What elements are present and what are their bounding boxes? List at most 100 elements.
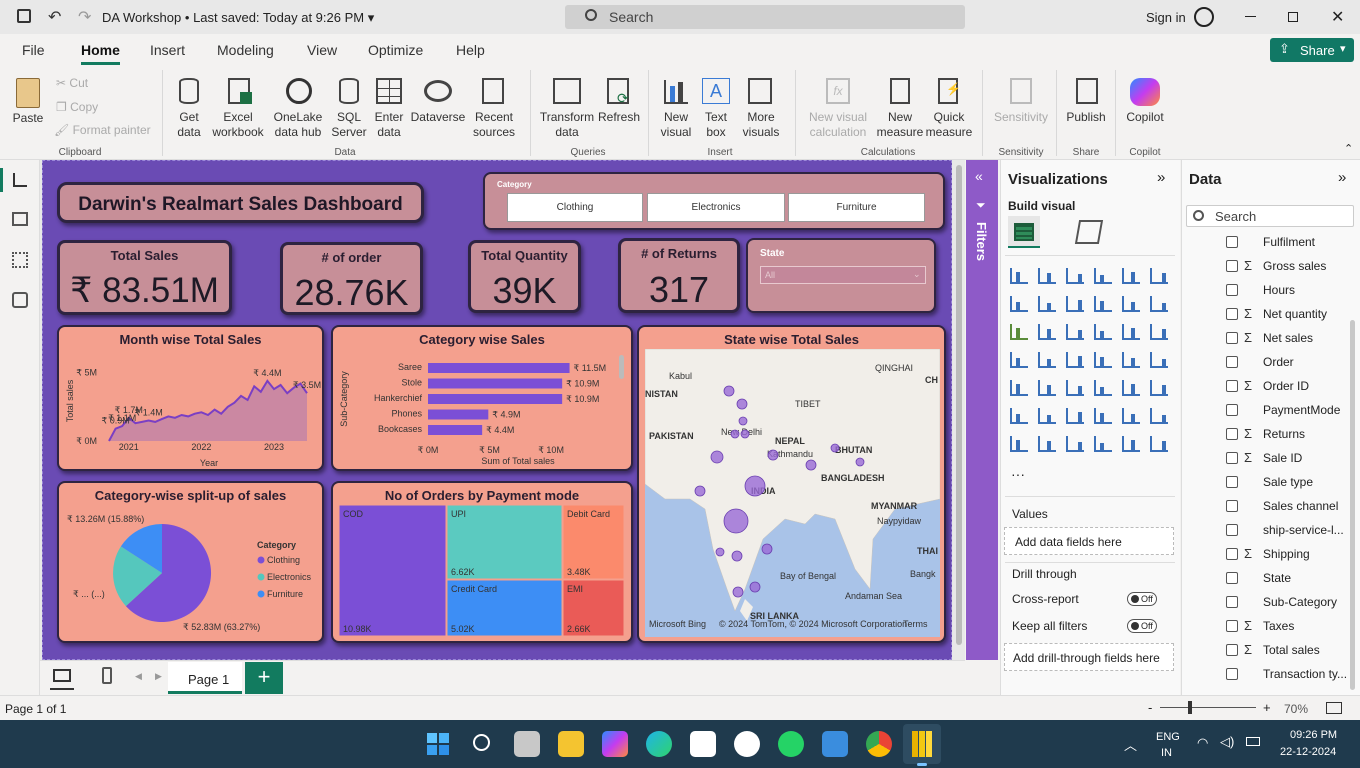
visual-type-icon[interactable] <box>1122 296 1140 312</box>
slicer-option-electronics[interactable]: Electronics <box>647 193 785 222</box>
next-page-icon[interactable]: ▶ <box>155 671 162 682</box>
field-item[interactable]: Order <box>1182 350 1350 374</box>
canvas-scrollbar[interactable] <box>956 165 962 645</box>
field-item[interactable]: Σ Total sales <box>1182 638 1350 662</box>
battery-icon[interactable] <box>1246 737 1260 746</box>
wifi-icon[interactable]: ◠ <box>1197 735 1208 751</box>
paste-button[interactable]: Paste <box>10 74 46 136</box>
table-view-icon[interactable] <box>12 212 28 226</box>
mobile-layout-icon[interactable] <box>102 667 112 684</box>
app-icon-chart[interactable] <box>822 731 848 757</box>
fit-to-page-icon[interactable] <box>1326 702 1342 714</box>
state-slicer[interactable]: State All ⌄ <box>746 238 936 313</box>
month-wise-sales-visual[interactable]: Month wise Total Sales ₹ 0M ₹ 5M 2021 2022 2… <box>57 325 324 471</box>
zoom-slider-thumb[interactable] <box>1188 701 1192 714</box>
redo-icon[interactable]: ↷ <box>78 7 91 27</box>
visual-type-icon[interactable] <box>1150 408 1168 424</box>
clock-date[interactable]: 22-12-2024 <box>1280 746 1336 758</box>
data-pane-scrollbar[interactable] <box>1350 320 1355 690</box>
field-checkbox[interactable] <box>1226 380 1238 392</box>
field-item[interactable]: Σ Shipping <box>1182 542 1350 566</box>
field-item[interactable]: PaymentMode <box>1182 398 1350 422</box>
visual-type-icon[interactable] <box>1066 268 1084 284</box>
menu-help[interactable]: Help <box>456 42 485 58</box>
visual-type-icon[interactable] <box>1066 436 1084 452</box>
visual-scrollbar[interactable] <box>619 355 624 379</box>
menu-home[interactable]: Home <box>81 42 120 58</box>
field-checkbox[interactable] <box>1226 404 1238 416</box>
visual-type-icon[interactable] <box>1094 296 1112 312</box>
field-item[interactable]: ship-service-l... <box>1182 518 1350 542</box>
chrome-icon[interactable] <box>866 731 892 757</box>
visual-type-icon[interactable] <box>1038 268 1056 284</box>
field-checkbox[interactable] <box>1226 572 1238 584</box>
visual-type-icon[interactable] <box>1122 268 1140 284</box>
menu-insert[interactable]: Insert <box>150 42 185 58</box>
visual-type-icon[interactable] <box>1038 324 1056 340</box>
visual-type-icon[interactable] <box>1066 352 1084 368</box>
visual-type-icon[interactable] <box>1038 380 1056 396</box>
field-checkbox[interactable] <box>1226 332 1238 344</box>
category-pie-visual[interactable]: Category-wise split-up of sales ₹ 52.83M… <box>57 481 324 643</box>
visual-type-icon[interactable] <box>1150 352 1168 368</box>
field-item[interactable]: Σ Taxes <box>1182 614 1350 638</box>
field-item[interactable]: Σ Net quantity <box>1182 302 1350 326</box>
search-box[interactable]: Search <box>565 5 965 29</box>
visual-type-icon[interactable] <box>1038 436 1056 452</box>
field-checkbox[interactable] <box>1226 500 1238 512</box>
visual-type-icon[interactable] <box>1010 380 1028 396</box>
expand-filters-icon[interactable]: « <box>975 168 983 184</box>
build-visual-tab[interactable] <box>1008 216 1040 248</box>
visual-type-icon[interactable] <box>1122 408 1140 424</box>
format-visual-tab[interactable] <box>1074 220 1104 244</box>
taskbar-search-icon[interactable] <box>473 734 490 751</box>
field-checkbox[interactable] <box>1226 620 1238 632</box>
visual-type-icon[interactable] <box>1150 436 1168 452</box>
visual-type-icon[interactable] <box>1066 408 1084 424</box>
field-checkbox[interactable] <box>1226 524 1238 536</box>
menu-optimize[interactable]: Optimize <box>368 42 423 58</box>
menu-view[interactable]: View <box>307 42 337 58</box>
format-painter-button[interactable]: 🖌 Format painter <box>54 123 151 138</box>
language-indicator[interactable]: ENG <box>1156 731 1180 743</box>
visual-type-icon[interactable] <box>1038 352 1056 368</box>
map-canvas[interactable]: KabulNISTANPAKISTAN New DelhiNEPALKathman… <box>645 349 940 637</box>
visual-type-icon[interactable] <box>1066 324 1084 340</box>
field-checkbox[interactable] <box>1226 356 1238 368</box>
volume-icon[interactable]: ◁) <box>1220 734 1234 750</box>
field-item[interactable]: Sub-Category <box>1182 590 1350 614</box>
field-item[interactable]: Hours <box>1182 278 1350 302</box>
visual-type-icon[interactable] <box>1010 268 1028 284</box>
zoom-slider[interactable] <box>1160 701 1256 714</box>
filters-pane-collapsed[interactable]: « ⏷ Filters <box>966 160 998 660</box>
add-drill-through-well[interactable]: Add drill-through fields here <box>1004 643 1174 671</box>
visual-type-icon[interactable] <box>1150 380 1168 396</box>
whatsapp-icon[interactable] <box>778 731 804 757</box>
prev-page-icon[interactable]: ◀ <box>135 671 142 682</box>
field-checkbox[interactable] <box>1226 668 1238 680</box>
field-checkbox[interactable] <box>1226 428 1238 440</box>
report-view-icon[interactable] <box>13 173 27 187</box>
visual-type-icon[interactable] <box>1038 296 1056 312</box>
visual-type-icon[interactable] <box>1094 268 1112 284</box>
windows-start-icon[interactable] <box>427 733 449 755</box>
copilot-taskbar-icon[interactable] <box>602 731 628 757</box>
state-map-visual[interactable]: State wise Total Sales Kabul NISTAN PAKIST… <box>637 325 946 643</box>
field-checkbox[interactable] <box>1226 260 1238 272</box>
power-bi-icon[interactable] <box>912 731 932 757</box>
visual-type-icon[interactable] <box>1094 436 1112 452</box>
file-explorer-icon[interactable] <box>558 731 584 757</box>
visual-type-icon[interactable] <box>1150 268 1168 284</box>
visual-type-icon[interactable] <box>1094 380 1112 396</box>
cross-report-toggle[interactable]: Off <box>1127 592 1157 606</box>
field-checkbox[interactable] <box>1226 308 1238 320</box>
visual-type-icon[interactable] <box>1010 352 1028 368</box>
visual-type-icon[interactable] <box>1066 296 1084 312</box>
store-icon[interactable] <box>690 731 716 757</box>
zoom-in-button[interactable]: + <box>1263 700 1271 715</box>
keep-filters-toggle[interactable]: Off <box>1127 619 1157 633</box>
visual-type-icon[interactable] <box>1122 436 1140 452</box>
field-checkbox[interactable] <box>1226 476 1238 488</box>
field-item[interactable]: State <box>1182 566 1350 590</box>
field-checkbox[interactable] <box>1226 596 1238 608</box>
